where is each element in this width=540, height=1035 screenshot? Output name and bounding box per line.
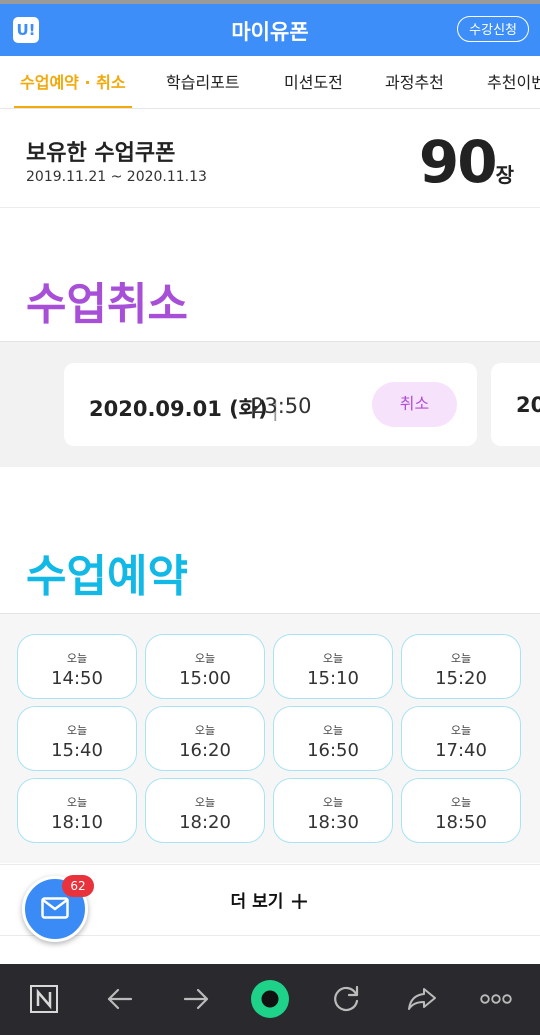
share-icon[interactable]	[400, 977, 444, 1021]
tab-bar: 수업예약 · 취소 학습리포트 미션도전 과정추천 추천이벤	[0, 56, 540, 109]
time-slot[interactable]: 오늘 17:40	[401, 706, 521, 771]
slot-day: 오늘	[194, 724, 216, 737]
coupon-title: 보유한 수업쿠폰	[26, 141, 176, 166]
slot-day: 오늘	[450, 724, 472, 737]
slot-day: 오늘	[450, 652, 472, 665]
app-logo: U!	[13, 17, 39, 43]
browser-nav-bar	[0, 964, 540, 1035]
reserve-heading: 수업예약	[26, 551, 188, 602]
slot-day: 오늘	[66, 796, 88, 809]
cancel-card-next[interactable]: 20	[491, 363, 540, 446]
slot-time: 16:20	[179, 740, 231, 761]
slot-time: 15:20	[435, 668, 487, 689]
tab-recommend-event[interactable]: 추천이벤	[487, 56, 540, 108]
green-dot-icon[interactable]	[248, 977, 292, 1021]
coupon-count: 90장	[419, 128, 514, 196]
time-slot[interactable]: 오늘 18:10	[17, 778, 137, 843]
coupon-count-number: 90	[418, 128, 498, 196]
slot-time: 16:50	[307, 740, 359, 761]
slot-time: 18:10	[51, 812, 103, 833]
slot-day: 오늘	[322, 724, 344, 737]
cancel-class-button[interactable]: 취소	[372, 382, 457, 427]
slot-day: 오늘	[194, 652, 216, 665]
slot-day: 오늘	[66, 652, 88, 665]
time-slot[interactable]: 오늘 15:20	[401, 634, 521, 699]
time-slot[interactable]: 오늘 18:20	[145, 778, 265, 843]
slot-time: 17:40	[435, 740, 487, 761]
plus-icon: +	[289, 887, 310, 915]
cancel-heading: 수업취소	[26, 279, 188, 330]
time-slot[interactable]: 오늘 14:50	[17, 634, 137, 699]
forward-arrow-icon[interactable]	[174, 977, 218, 1021]
class-date-next: 20	[516, 393, 540, 417]
slot-time: 15:40	[51, 740, 103, 761]
slot-day: 오늘	[66, 724, 88, 737]
slot-day: 오늘	[322, 652, 344, 665]
more-label: 더 보기	[230, 892, 284, 912]
slot-day: 오늘	[450, 796, 472, 809]
slot-time: 18:20	[179, 812, 231, 833]
refresh-icon[interactable]	[324, 977, 368, 1021]
more-dots-icon[interactable]	[474, 977, 518, 1021]
mail-icon	[41, 897, 69, 919]
cancel-card: 2020.09.01 (화) | 23:50 취소	[64, 363, 477, 446]
tab-learning-report[interactable]: 학습리포트	[166, 56, 240, 108]
mail-count-badge: 62	[62, 875, 94, 897]
slot-day: 오늘	[322, 796, 344, 809]
slot-time: 18:50	[435, 812, 487, 833]
coupon-period: 2019.11.21 ~ 2020.11.13	[26, 169, 207, 185]
tab-course-recommend[interactable]: 과정추천	[385, 56, 444, 108]
cancel-carousel[interactable]: 2020.09.01 (화)| 23:50 취소 20	[0, 341, 540, 467]
time-slot[interactable]: 오늘 16:20	[145, 706, 265, 771]
reserve-slot-grid: 오늘 14:50 오늘 15:00 오늘 15:10 오늘 15:20 오늘 15:40 …	[0, 613, 540, 863]
slot-day: 오늘	[194, 796, 216, 809]
slot-time: 15:00	[179, 668, 231, 689]
slot-time: 15:10	[307, 668, 359, 689]
time-slot[interactable]: 오늘 16:50	[273, 706, 393, 771]
time-slot[interactable]: 오늘 15:10	[273, 634, 393, 699]
time-slot[interactable]: 오늘 18:50	[401, 778, 521, 843]
tab-class-reserve-cancel[interactable]: 수업예약 · 취소	[14, 56, 132, 108]
time-slot[interactable]: 오늘 15:00	[145, 634, 265, 699]
coupon-count-unit: 장	[495, 163, 514, 187]
slot-time: 14:50	[51, 668, 103, 689]
class-time: 23:50	[251, 394, 312, 418]
time-slot[interactable]: 오늘 18:30	[273, 778, 393, 843]
back-arrow-icon[interactable]	[98, 977, 142, 1021]
time-slot[interactable]: 오늘 15:40	[17, 706, 137, 771]
naver-home-icon[interactable]	[22, 977, 66, 1021]
enroll-button[interactable]: 수강신청	[457, 16, 529, 42]
tab-mission[interactable]: 미션도전	[284, 56, 343, 108]
slot-time: 18:30	[307, 812, 359, 833]
coupon-summary: 보유한 수업쿠폰 2019.11.21 ~ 2020.11.13 90장	[0, 110, 540, 208]
app-header: U! 마이유폰 수강신청	[0, 4, 540, 56]
